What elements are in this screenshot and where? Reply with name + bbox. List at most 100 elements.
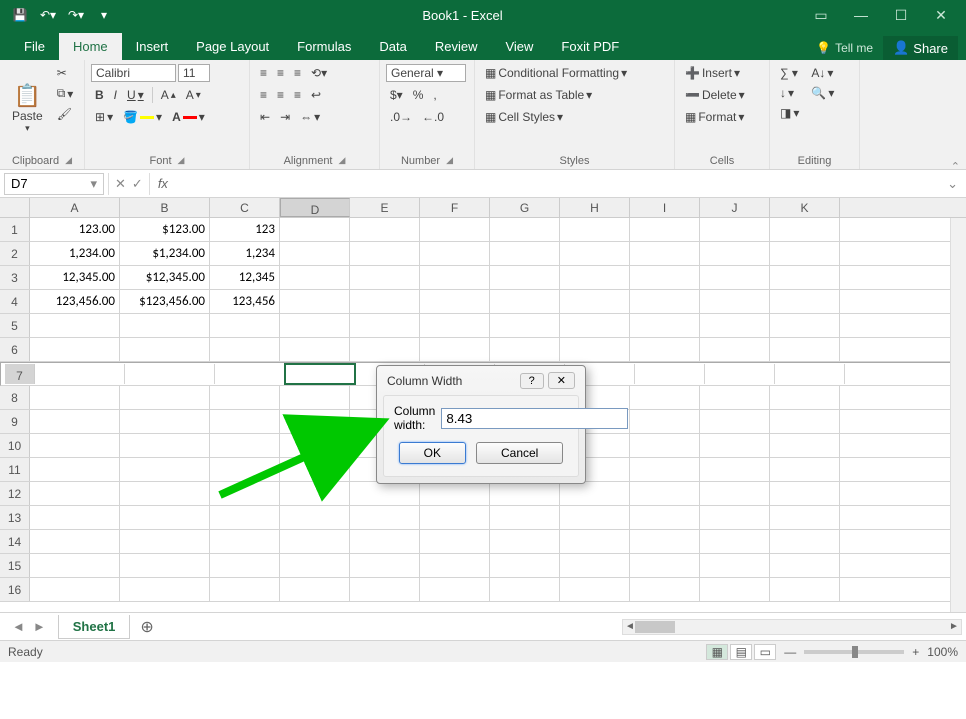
cell[interactable]	[120, 338, 210, 361]
cell[interactable]	[490, 530, 560, 553]
font-color-button[interactable]: A▾	[168, 108, 209, 126]
cell[interactable]	[210, 410, 280, 433]
cell[interactable]	[120, 434, 210, 457]
row-header[interactable]: 6	[0, 338, 30, 361]
cell[interactable]	[350, 290, 420, 313]
cell[interactable]	[700, 482, 770, 505]
sheet-nav-next-icon[interactable]: ►	[33, 619, 46, 634]
cell[interactable]	[280, 578, 350, 601]
cell[interactable]	[120, 458, 210, 481]
format-as-table-button[interactable]: ▦ Format as Table ▾	[481, 86, 668, 104]
increase-indent-button[interactable]: ⇥	[276, 108, 294, 126]
cell[interactable]	[630, 578, 700, 601]
cell[interactable]	[560, 314, 630, 337]
cancel-formula-icon[interactable]: ✕	[115, 176, 126, 192]
cell[interactable]	[280, 434, 350, 457]
cell[interactable]	[35, 364, 125, 384]
row-header[interactable]: 14	[0, 530, 30, 553]
column-header-i[interactable]: I	[630, 198, 700, 217]
fx-icon[interactable]: fx	[150, 176, 176, 191]
tab-home[interactable]: Home	[59, 33, 122, 60]
tab-review[interactable]: Review	[421, 33, 492, 60]
cell[interactable]	[490, 218, 560, 241]
conditional-formatting-button[interactable]: ▦ Conditional Formatting ▾	[481, 64, 668, 82]
cell[interactable]	[350, 530, 420, 553]
tab-foxit-pdf[interactable]: Foxit PDF	[547, 33, 633, 60]
cell[interactable]: 12,345.00	[30, 266, 120, 289]
cell[interactable]	[120, 386, 210, 409]
cell[interactable]	[350, 266, 420, 289]
cell[interactable]: 123,456	[210, 290, 280, 313]
tab-page-layout[interactable]: Page Layout	[182, 33, 283, 60]
cell[interactable]	[490, 578, 560, 601]
save-icon[interactable]: 💾	[10, 5, 30, 25]
cell[interactable]	[30, 506, 120, 529]
fill-color-button[interactable]: 🪣▾	[119, 108, 166, 126]
cell[interactable]	[280, 506, 350, 529]
tell-me[interactable]: 💡Tell me	[816, 41, 873, 55]
cell[interactable]	[770, 554, 840, 577]
cell[interactable]: $1,234.00	[120, 242, 210, 265]
cell[interactable]	[490, 242, 560, 265]
bold-button[interactable]: B	[91, 86, 108, 104]
cell[interactable]	[630, 338, 700, 361]
cell[interactable]	[350, 218, 420, 241]
cell[interactable]	[770, 266, 840, 289]
font-launcher-icon[interactable]: ◢	[178, 155, 185, 167]
cell[interactable]	[350, 482, 420, 505]
cell[interactable]	[30, 578, 120, 601]
row-header[interactable]: 16	[0, 578, 30, 601]
column-header-g[interactable]: G	[490, 198, 560, 217]
paste-button[interactable]: 📋 Paste ▾	[6, 64, 49, 153]
cell[interactable]	[215, 364, 285, 384]
cell[interactable]	[700, 314, 770, 337]
cell[interactable]	[210, 338, 280, 361]
cell[interactable]	[630, 266, 700, 289]
row-header[interactable]: 15	[0, 554, 30, 577]
cell[interactable]: 1,234.00	[30, 242, 120, 265]
sort-filter-button[interactable]: A↓▾	[807, 64, 838, 82]
cell-styles-button[interactable]: ▦ Cell Styles ▾	[481, 108, 668, 126]
cell[interactable]	[770, 386, 840, 409]
cell[interactable]	[775, 364, 845, 384]
sheet-tab-sheet1[interactable]: Sheet1	[58, 615, 131, 639]
cell[interactable]	[490, 314, 560, 337]
cell[interactable]	[30, 530, 120, 553]
cell[interactable]	[700, 458, 770, 481]
collapse-ribbon-icon[interactable]: ⌃	[951, 160, 960, 173]
expand-formula-icon[interactable]: ⌄	[939, 176, 966, 192]
cell[interactable]	[120, 410, 210, 433]
increase-font-button[interactable]: A▴	[157, 86, 180, 104]
cell[interactable]	[770, 506, 840, 529]
normal-view-button[interactable]: ▦	[706, 644, 728, 660]
zoom-in-button[interactable]: +	[912, 645, 919, 659]
cell[interactable]	[280, 482, 350, 505]
cell[interactable]	[490, 554, 560, 577]
cell[interactable]	[420, 554, 490, 577]
cell[interactable]	[700, 506, 770, 529]
row-header[interactable]: 8	[0, 386, 30, 409]
cell[interactable]	[770, 434, 840, 457]
undo-icon[interactable]: ↶▾	[38, 5, 58, 25]
maximize-icon[interactable]: ☐	[891, 5, 911, 25]
cell[interactable]	[30, 386, 120, 409]
column-header-c[interactable]: C	[210, 198, 280, 217]
column-header-k[interactable]: K	[770, 198, 840, 217]
tab-view[interactable]: View	[491, 33, 547, 60]
cell[interactable]	[280, 242, 350, 265]
cell[interactable]	[770, 242, 840, 265]
cell[interactable]	[420, 530, 490, 553]
font-name-select[interactable]: Calibri	[91, 64, 176, 82]
cell[interactable]	[210, 506, 280, 529]
cell[interactable]	[560, 338, 630, 361]
row-header[interactable]: 9	[0, 410, 30, 433]
redo-icon[interactable]: ↷▾	[66, 5, 86, 25]
cell[interactable]	[280, 218, 350, 241]
close-icon[interactable]: ✕	[931, 5, 951, 25]
row-header[interactable]: 1	[0, 218, 30, 241]
dialog-close-button[interactable]: ✕	[548, 372, 575, 389]
cell[interactable]	[770, 338, 840, 361]
dialog-help-button[interactable]: ?	[520, 373, 544, 389]
cell[interactable]	[420, 290, 490, 313]
cell[interactable]	[420, 242, 490, 265]
